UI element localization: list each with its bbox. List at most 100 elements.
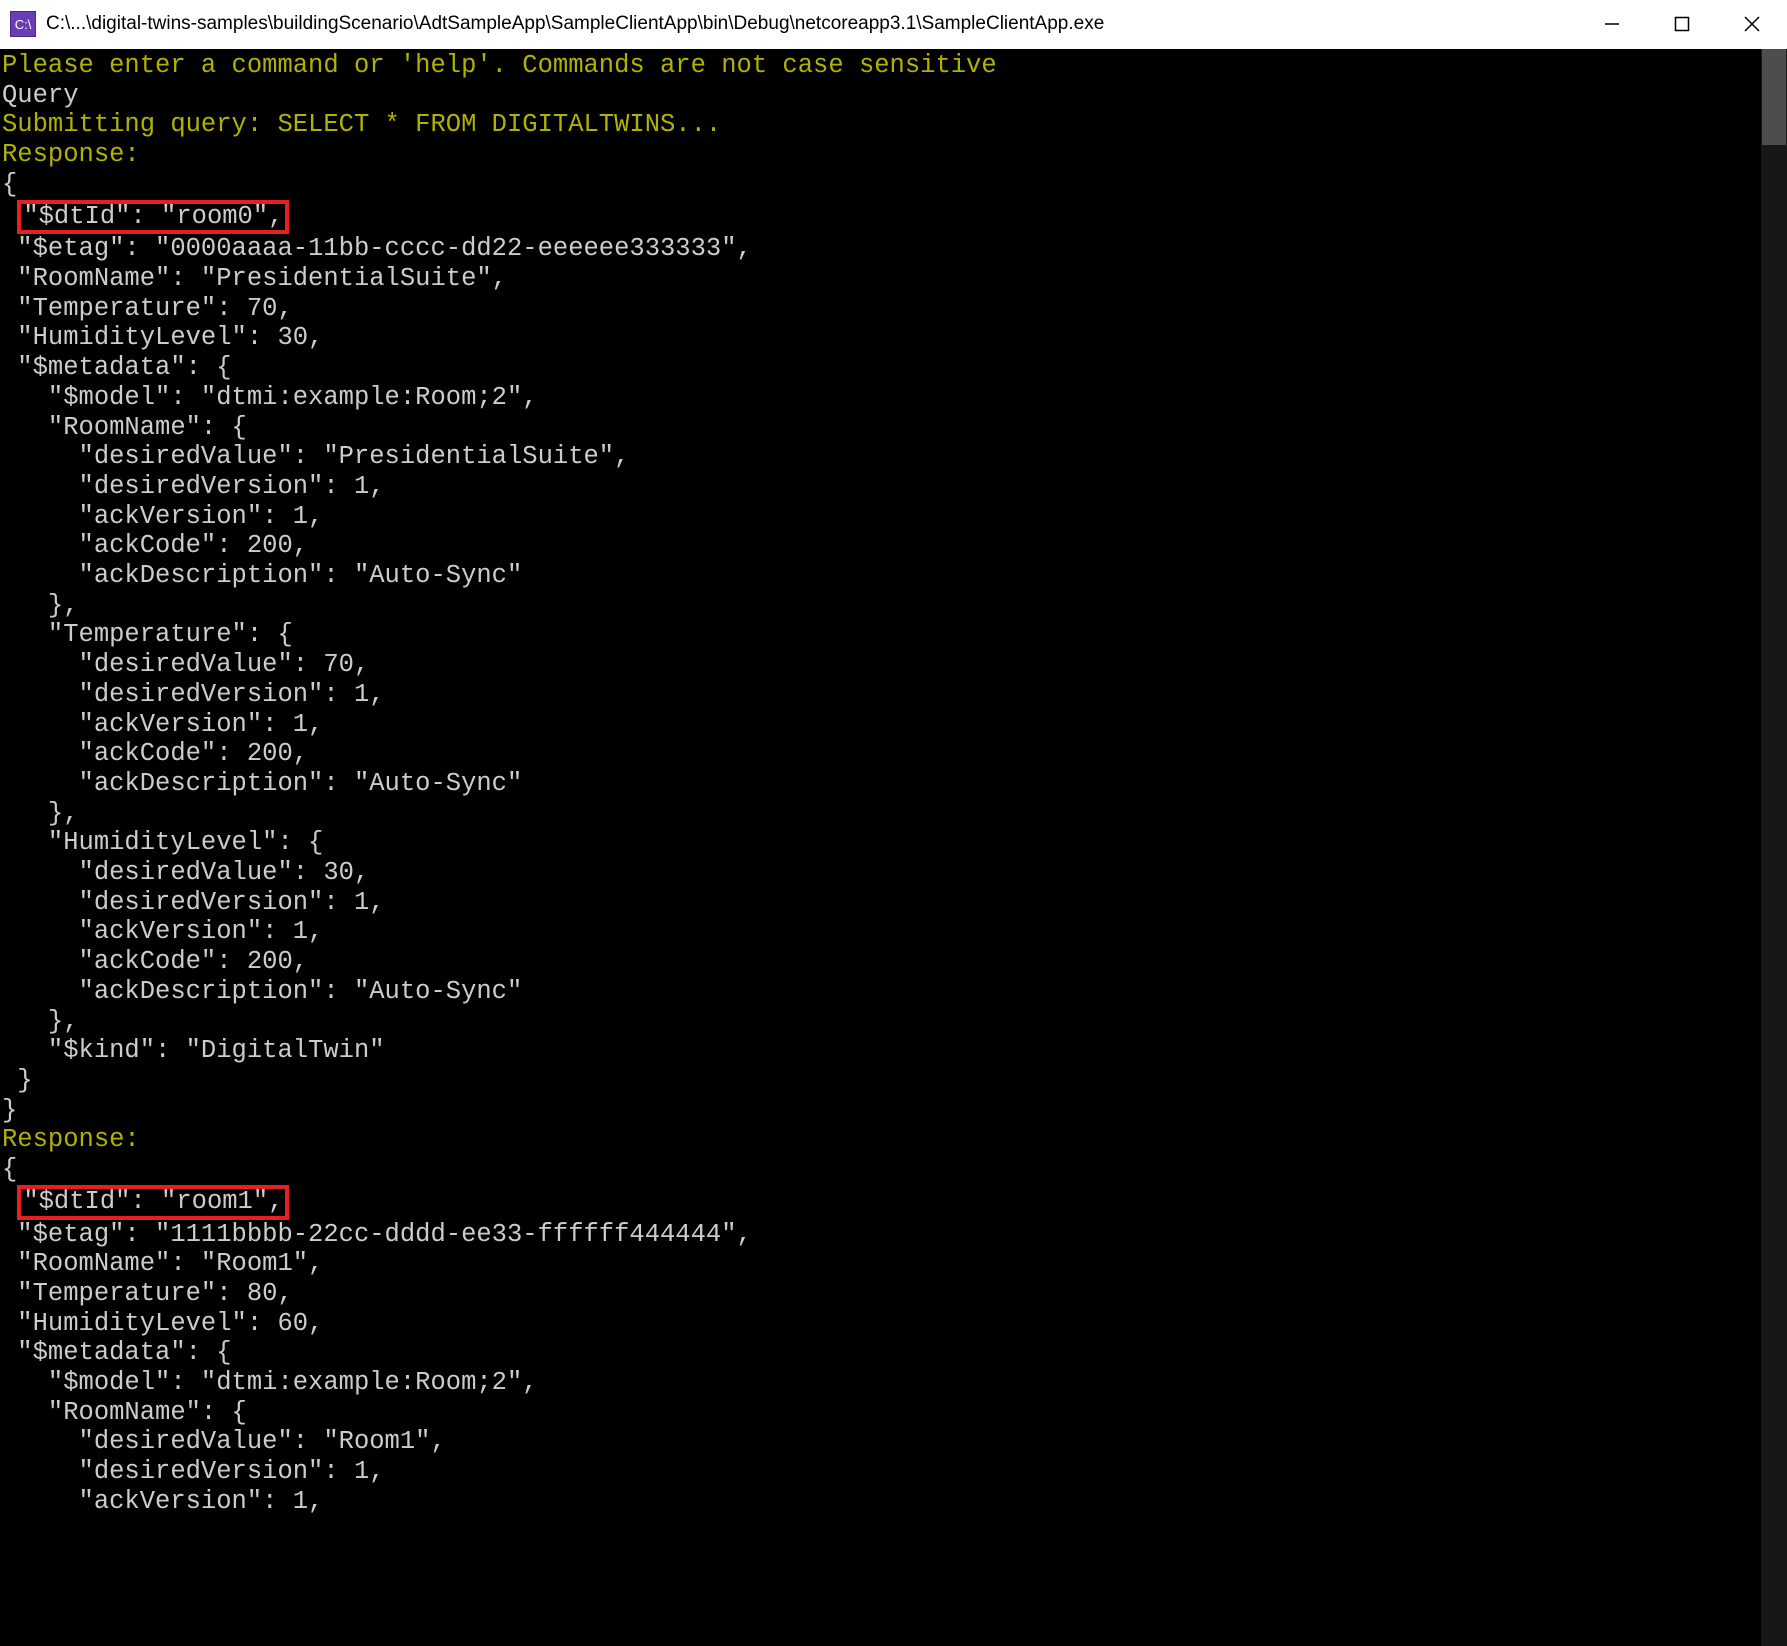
json-line: "ackDescription": "Auto-Sync" (2, 977, 522, 1006)
terminal-line: "ackVersion": 1, (2, 502, 1761, 532)
json-line: "HumidityLevel": 30, (2, 323, 323, 352)
scroll-thumb[interactable] (1762, 49, 1786, 145)
json-line: } (2, 1066, 33, 1095)
terminal-line: "RoomName": { (2, 1398, 1761, 1428)
title-bar[interactable]: C:\ C:\...\digital-twins-samples\buildin… (0, 0, 1787, 49)
json-line: "desiredValue": 30, (2, 858, 369, 887)
terminal-line: }, (2, 1007, 1761, 1037)
json-line: "ackVersion": 1, (2, 710, 323, 739)
command-line: Query (2, 81, 79, 110)
terminal-line: "desiredVersion": 1, (2, 680, 1761, 710)
terminal-line: "desiredValue": "PresidentialSuite", (2, 442, 1761, 472)
json-line: "HumidityLevel": { (2, 828, 323, 857)
json-line: "$model": "dtmi:example:Room;2", (2, 1368, 538, 1397)
json-line: "ackCode": 200, (2, 739, 308, 768)
json-line: "RoomName": { (2, 413, 247, 442)
json-line: "ackVersion": 1, (2, 1487, 323, 1516)
json-line: "$etag": "0000aaaa-11bb-cccc-dd22-eeeeee… (2, 234, 752, 263)
terminal-line: "$dtId": "room0", (2, 200, 1761, 235)
terminal-line: "ackDescription": "Auto-Sync" (2, 769, 1761, 799)
terminal-line: "$etag": "0000aaaa-11bb-cccc-dd22-eeeeee… (2, 234, 1761, 264)
terminal-line: { (2, 1155, 1761, 1185)
terminal-line: Submitting query: SELECT * FROM DIGITALT… (2, 110, 1761, 140)
json-line: "desiredVersion": 1, (2, 888, 385, 917)
console-window: C:\ C:\...\digital-twins-samples\buildin… (0, 0, 1787, 1646)
terminal-line: "desiredValue": "Room1", (2, 1427, 1761, 1457)
json-line: "ackDescription": "Auto-Sync" (2, 769, 522, 798)
terminal-line: "ackDescription": "Auto-Sync" (2, 977, 1761, 1007)
json-line: "ackDescription": "Auto-Sync" (2, 561, 522, 590)
json-line: "$model": "dtmi:example:Room;2", (2, 383, 538, 412)
json-line: "desiredVersion": 1, (2, 680, 385, 709)
terminal-line: Response: (2, 140, 1761, 170)
minimize-button[interactable] (1577, 0, 1647, 48)
json-line: "$metadata": { (2, 353, 232, 382)
terminal-line: "$etag": "1111bbbb-22cc-dddd-ee33-ffffff… (2, 1220, 1761, 1250)
brace-open: { (2, 1155, 17, 1184)
terminal-line: "desiredVersion": 1, (2, 888, 1761, 918)
terminal-line: }, (2, 591, 1761, 621)
json-line: "RoomName": "Room1", (2, 1249, 323, 1278)
terminal-line: "ackDescription": "Auto-Sync" (2, 561, 1761, 591)
prompt-line: Please enter a command or 'help'. Comman… (2, 51, 997, 80)
terminal-line: "RoomName": "Room1", (2, 1249, 1761, 1279)
json-line: "ackCode": 200, (2, 947, 308, 976)
app-icon: C:\ (10, 11, 36, 37)
json-line: } (2, 1096, 17, 1125)
indent (2, 202, 17, 231)
terminal-area: Please enter a command or 'help'. Comman… (0, 49, 1787, 1646)
json-line: "desiredValue": 70, (2, 650, 369, 679)
json-line: "RoomName": { (2, 1398, 247, 1427)
maximize-icon (1674, 16, 1690, 32)
json-line: "Temperature": 70, (2, 294, 293, 323)
close-button[interactable] (1717, 0, 1787, 48)
terminal-line: "Temperature": 80, (2, 1279, 1761, 1309)
json-line: "$metadata": { (2, 1338, 232, 1367)
terminal-line: { (2, 170, 1761, 200)
terminal-line: "HumidityLevel": 60, (2, 1309, 1761, 1339)
terminal-line: "$kind": "DigitalTwin" (2, 1036, 1761, 1066)
close-icon (1744, 16, 1760, 32)
terminal-line: "$dtId": "room1", (2, 1185, 1761, 1220)
response-label: Response: (2, 140, 140, 169)
terminal-line: "$model": "dtmi:example:Room;2", (2, 383, 1761, 413)
json-line: "ackVersion": 1, (2, 917, 323, 946)
json-line: "desiredVersion": 1, (2, 472, 385, 501)
minimize-icon (1604, 16, 1620, 32)
terminal-line: "$model": "dtmi:example:Room;2", (2, 1368, 1761, 1398)
terminal-line: "$metadata": { (2, 1338, 1761, 1368)
terminal-line: Response: (2, 1125, 1761, 1155)
terminal-line: "HumidityLevel": { (2, 828, 1761, 858)
terminal-line: "RoomName": { (2, 413, 1761, 443)
window-title: C:\...\digital-twins-samples\buildingSce… (46, 13, 1577, 35)
terminal-line: "ackCode": 200, (2, 947, 1761, 977)
terminal-line: "RoomName": "PresidentialSuite", (2, 264, 1761, 294)
json-line: "desiredValue": "PresidentialSuite", (2, 442, 629, 471)
json-line: "desiredVersion": 1, (2, 1457, 385, 1486)
terminal-line: "desiredValue": 30, (2, 858, 1761, 888)
terminal-line: "HumidityLevel": 30, (2, 323, 1761, 353)
json-line: "RoomName": "PresidentialSuite", (2, 264, 507, 293)
json-line: "Temperature": 80, (2, 1279, 293, 1308)
json-line: }, (2, 591, 79, 620)
maximize-button[interactable] (1647, 0, 1717, 48)
json-line: "HumidityLevel": 60, (2, 1309, 323, 1338)
terminal-line: Query (2, 81, 1761, 111)
terminal-line: }, (2, 799, 1761, 829)
json-line: "$kind": "DigitalTwin" (2, 1036, 385, 1065)
indent (2, 1187, 17, 1216)
terminal-line: Please enter a command or 'help'. Comman… (2, 51, 1761, 81)
json-line: }, (2, 799, 79, 828)
json-line: "$etag": "1111bbbb-22cc-dddd-ee33-ffffff… (2, 1220, 752, 1249)
terminal-line: } (2, 1066, 1761, 1096)
terminal-line: "desiredValue": 70, (2, 650, 1761, 680)
terminal-line: "ackVersion": 1, (2, 917, 1761, 947)
json-line: "Temperature": { (2, 620, 293, 649)
terminal-line: "ackVersion": 1, (2, 1487, 1761, 1517)
terminal-line: "ackVersion": 1, (2, 710, 1761, 740)
dtid-line: "$dtId": "room1", (17, 1185, 289, 1220)
json-line: "ackCode": 200, (2, 531, 308, 560)
terminal-line: "Temperature": { (2, 620, 1761, 650)
terminal-output[interactable]: Please enter a command or 'help'. Comman… (0, 49, 1761, 1646)
vertical-scrollbar[interactable] (1761, 49, 1787, 1646)
